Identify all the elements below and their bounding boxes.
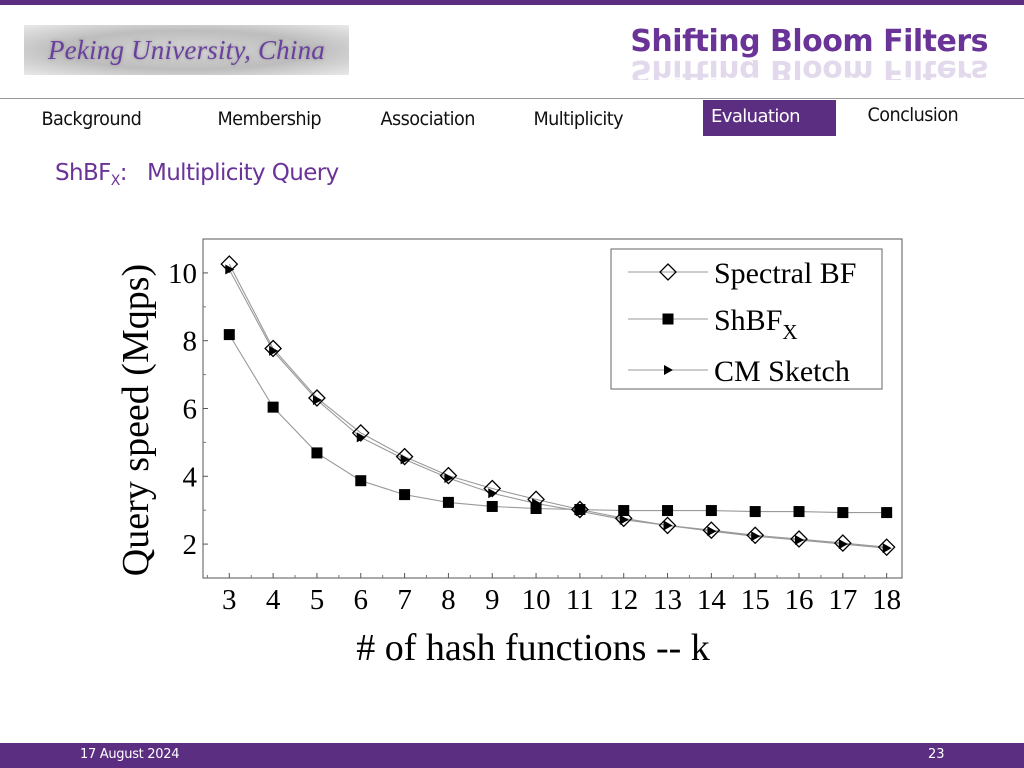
data-point-spectral-bf (220, 255, 239, 274)
footer-date: 17 August 2024 (80, 747, 180, 762)
data-point-shbf-x (662, 505, 674, 517)
x-tick-label: 3 (222, 584, 237, 616)
data-point-shbf-x (881, 507, 893, 519)
legend-marker (662, 313, 674, 325)
x-axis-label: # of hash functions -- k (356, 627, 710, 669)
data-point-shbf-x (837, 507, 849, 519)
x-tick-label: 13 (653, 584, 682, 616)
data-point-spectral-bf (790, 530, 808, 548)
y-tick-label: 2 (183, 529, 198, 561)
x-tick-label: 12 (609, 584, 638, 616)
data-point-spectral-bf (439, 466, 458, 485)
data-point-spectral-bf (570, 500, 589, 519)
legend-label: CM Sketch (714, 355, 850, 388)
x-tick-label: 11 (566, 584, 594, 616)
query-speed-chart: 3 4 5 6 7 8 9 10 11 12 13 14 15 16 17 18246810 Query sp… (115, 238, 903, 669)
x-tick-label: 17 (828, 584, 857, 616)
x-tick-label: 14 (697, 584, 727, 616)
data-point-spectral-bf (658, 516, 677, 535)
data-point-shbf-x (267, 401, 279, 413)
x-tick-label: 4 (266, 584, 281, 616)
slide-footer: 17 August 2024 23 (0, 743, 1024, 768)
data-point-shbf-x (486, 500, 498, 512)
data-point-shbf-x (793, 506, 805, 518)
data-point-shbf-x (399, 489, 411, 501)
legend-label-subscript: X (782, 320, 797, 344)
data-point-shbf-x (749, 506, 761, 518)
data-point-spectral-bf (614, 509, 633, 528)
legend-label: Spectral BF (714, 257, 857, 290)
data-point-shbf-x (442, 496, 454, 508)
y-tick-label: 6 (183, 394, 198, 426)
data-point-shbf-x (355, 475, 367, 487)
data-point-shbf-x (705, 505, 717, 517)
x-tick-label: 7 (397, 584, 412, 616)
data-point-spectral-bf (877, 538, 896, 557)
data-point-shbf-x (223, 329, 235, 341)
data-point-spectral-bf (351, 423, 370, 442)
chart-legend: Spectral BFShBFXCM Sketch (610, 248, 883, 390)
x-tick-label: 18 (872, 584, 901, 616)
x-tick-label: 10 (522, 584, 551, 616)
data-point-shbf-x (311, 447, 323, 459)
y-tick-label: 8 (183, 326, 198, 358)
x-tick-label: 9 (485, 584, 500, 616)
data-point-spectral-bf (833, 534, 852, 553)
footer-page-number: 23 (928, 747, 945, 762)
y-axis-label: Query speed (Mqps) (115, 264, 157, 576)
x-tick-label: 15 (741, 584, 770, 616)
data-point-spectral-bf (702, 521, 721, 540)
x-tick-label: 8 (441, 584, 456, 616)
x-tick-label: 16 (785, 584, 814, 616)
y-tick-label: 4 (183, 461, 198, 493)
data-point-spectral-bf (746, 526, 765, 545)
x-tick-label: 6 (354, 584, 369, 616)
y-tick-label: 10 (168, 258, 197, 290)
x-tick-label: 5 (310, 584, 325, 616)
